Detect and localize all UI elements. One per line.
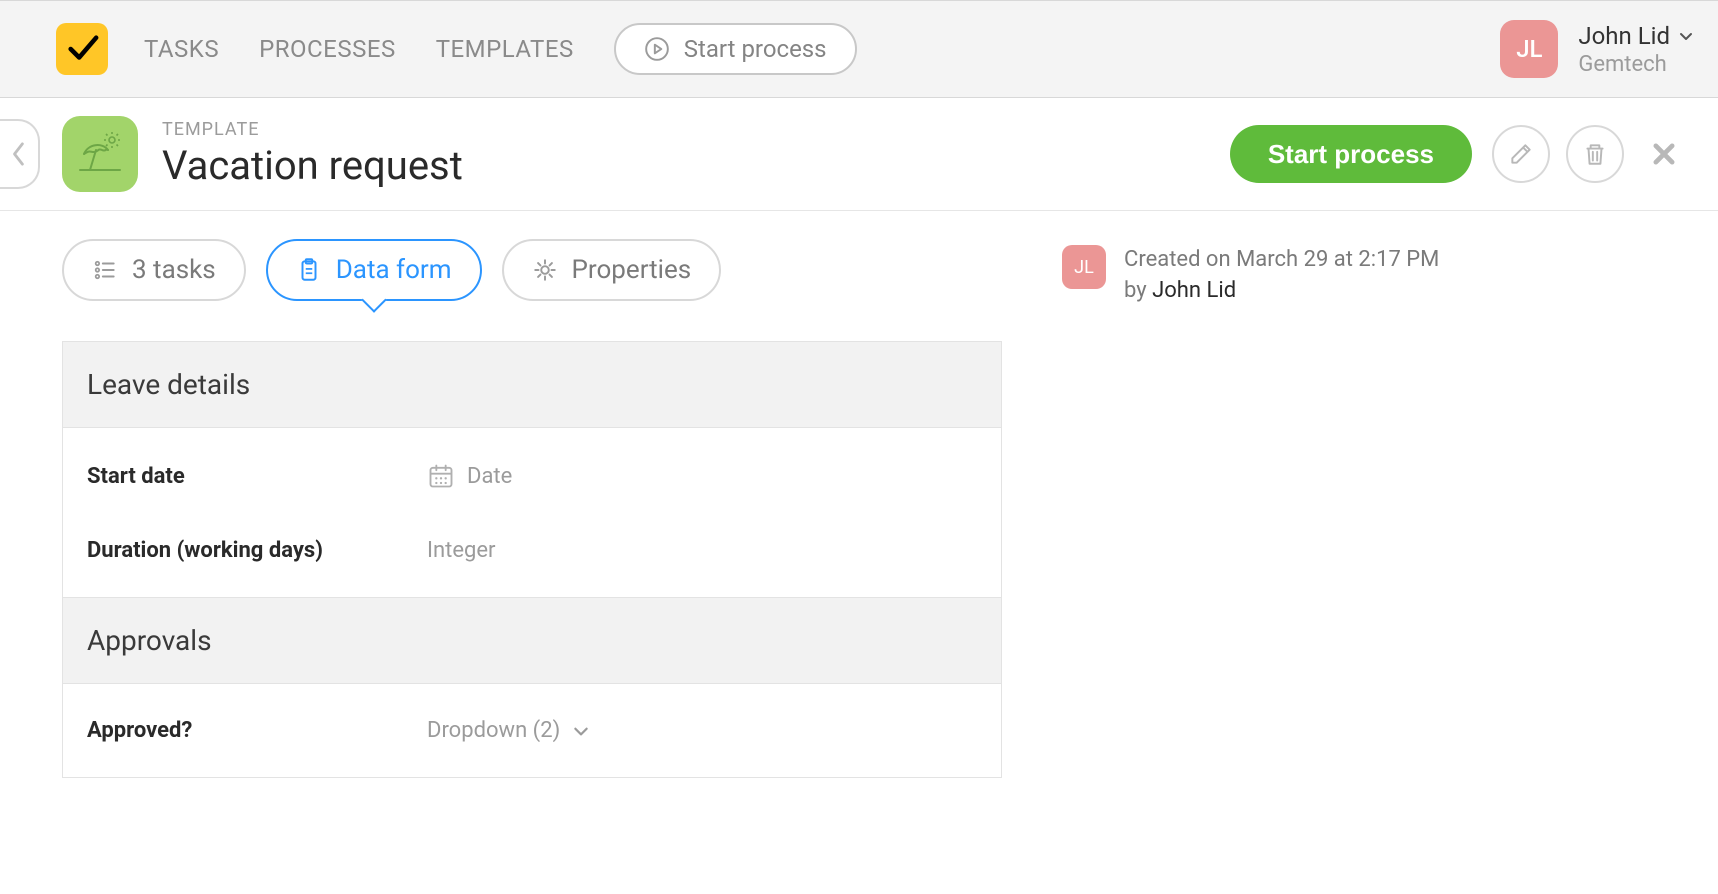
field-type-label: Integer (427, 538, 495, 563)
nav-links: TASKS PROCESSES TEMPLATES (144, 35, 574, 63)
start-process-label: Start process (684, 35, 827, 63)
form-panel: Leave details Start date (62, 341, 1002, 778)
edit-button[interactable] (1492, 125, 1550, 183)
template-title: Vacation request (162, 142, 463, 189)
play-icon (644, 36, 670, 62)
tabs-row: 3 tasks Data form Properties (62, 239, 1002, 301)
pencil-icon (1508, 141, 1534, 167)
field-label: Approved? (87, 718, 427, 743)
chevron-down-icon (572, 722, 590, 740)
user-name: John Lid (1578, 22, 1670, 50)
tab-properties-label: Properties (572, 255, 692, 285)
by-label: by (1124, 278, 1152, 303)
nav-processes[interactable]: PROCESSES (259, 35, 396, 63)
tab-data-form-label: Data form (336, 255, 452, 285)
app-logo[interactable] (56, 23, 108, 75)
tab-properties[interactable]: Properties (502, 239, 722, 301)
close-icon (1650, 140, 1678, 168)
section-body-leave-details: Start date (63, 428, 1001, 597)
user-block: John Lid Gemtech (1578, 22, 1694, 77)
clipboard-icon (296, 257, 322, 283)
back-button[interactable] (0, 119, 40, 189)
gear-icon (532, 257, 558, 283)
field-approved[interactable]: Approved? Dropdown (2) (87, 694, 977, 767)
left-column: 3 tasks Data form Properties (62, 239, 1002, 778)
top-nav: TASKS PROCESSES TEMPLATES Start process … (0, 0, 1718, 98)
field-type: Integer (427, 538, 495, 563)
field-start-date[interactable]: Start date (87, 438, 977, 514)
tab-data-form[interactable]: Data form (266, 239, 482, 301)
chevron-left-icon (10, 140, 28, 168)
field-type: Date (427, 462, 512, 490)
nav-templates[interactable]: TEMPLATES (436, 35, 574, 63)
user-menu-trigger[interactable]: John Lid (1578, 22, 1694, 50)
field-type: Dropdown (2) (427, 718, 590, 743)
start-process-primary-button[interactable]: Start process (1230, 125, 1472, 183)
tab-tasks-label: 3 tasks (132, 255, 216, 285)
field-label: Start date (87, 464, 427, 489)
checkmark-icon (65, 32, 99, 66)
field-duration[interactable]: Duration (working days) Integer (87, 514, 977, 587)
nav-tasks[interactable]: TASKS (144, 35, 219, 63)
user-org: Gemtech (1578, 52, 1694, 77)
section-body-approvals: Approved? Dropdown (2) (63, 684, 1001, 777)
close-button[interactable] (1650, 140, 1678, 168)
template-icon (62, 116, 138, 192)
created-on-text: Created on March 29 at 2:17 PM (1124, 245, 1439, 276)
chevron-down-icon (1678, 28, 1694, 44)
template-eyebrow: TEMPLATE (162, 119, 463, 140)
field-type-label: Dropdown (2) (427, 718, 560, 743)
meta-text: Created on March 29 at 2:17 PM by John L… (1124, 245, 1439, 307)
calendar-icon (427, 462, 455, 490)
creator-name: John Lid (1152, 278, 1236, 303)
section-header-approvals: Approvals (63, 597, 1001, 684)
delete-button[interactable] (1566, 125, 1624, 183)
user-avatar[interactable]: JL (1500, 20, 1558, 78)
beach-umbrella-icon (76, 130, 124, 178)
field-label: Duration (working days) (87, 538, 427, 563)
field-type-label: Date (467, 464, 512, 489)
content-area: 3 tasks Data form Properties (0, 211, 1718, 818)
section-header-leave-details: Leave details (63, 342, 1001, 428)
template-header: TEMPLATE Vacation request Start process (0, 98, 1718, 211)
tab-tasks[interactable]: 3 tasks (62, 239, 246, 301)
trash-icon (1582, 141, 1608, 167)
meta-column: JL Created on March 29 at 2:17 PM by Joh… (1062, 239, 1678, 307)
list-icon (92, 257, 118, 283)
start-process-button[interactable]: Start process (614, 23, 857, 75)
creator-avatar: JL (1062, 245, 1106, 289)
title-column: TEMPLATE Vacation request (162, 119, 463, 189)
